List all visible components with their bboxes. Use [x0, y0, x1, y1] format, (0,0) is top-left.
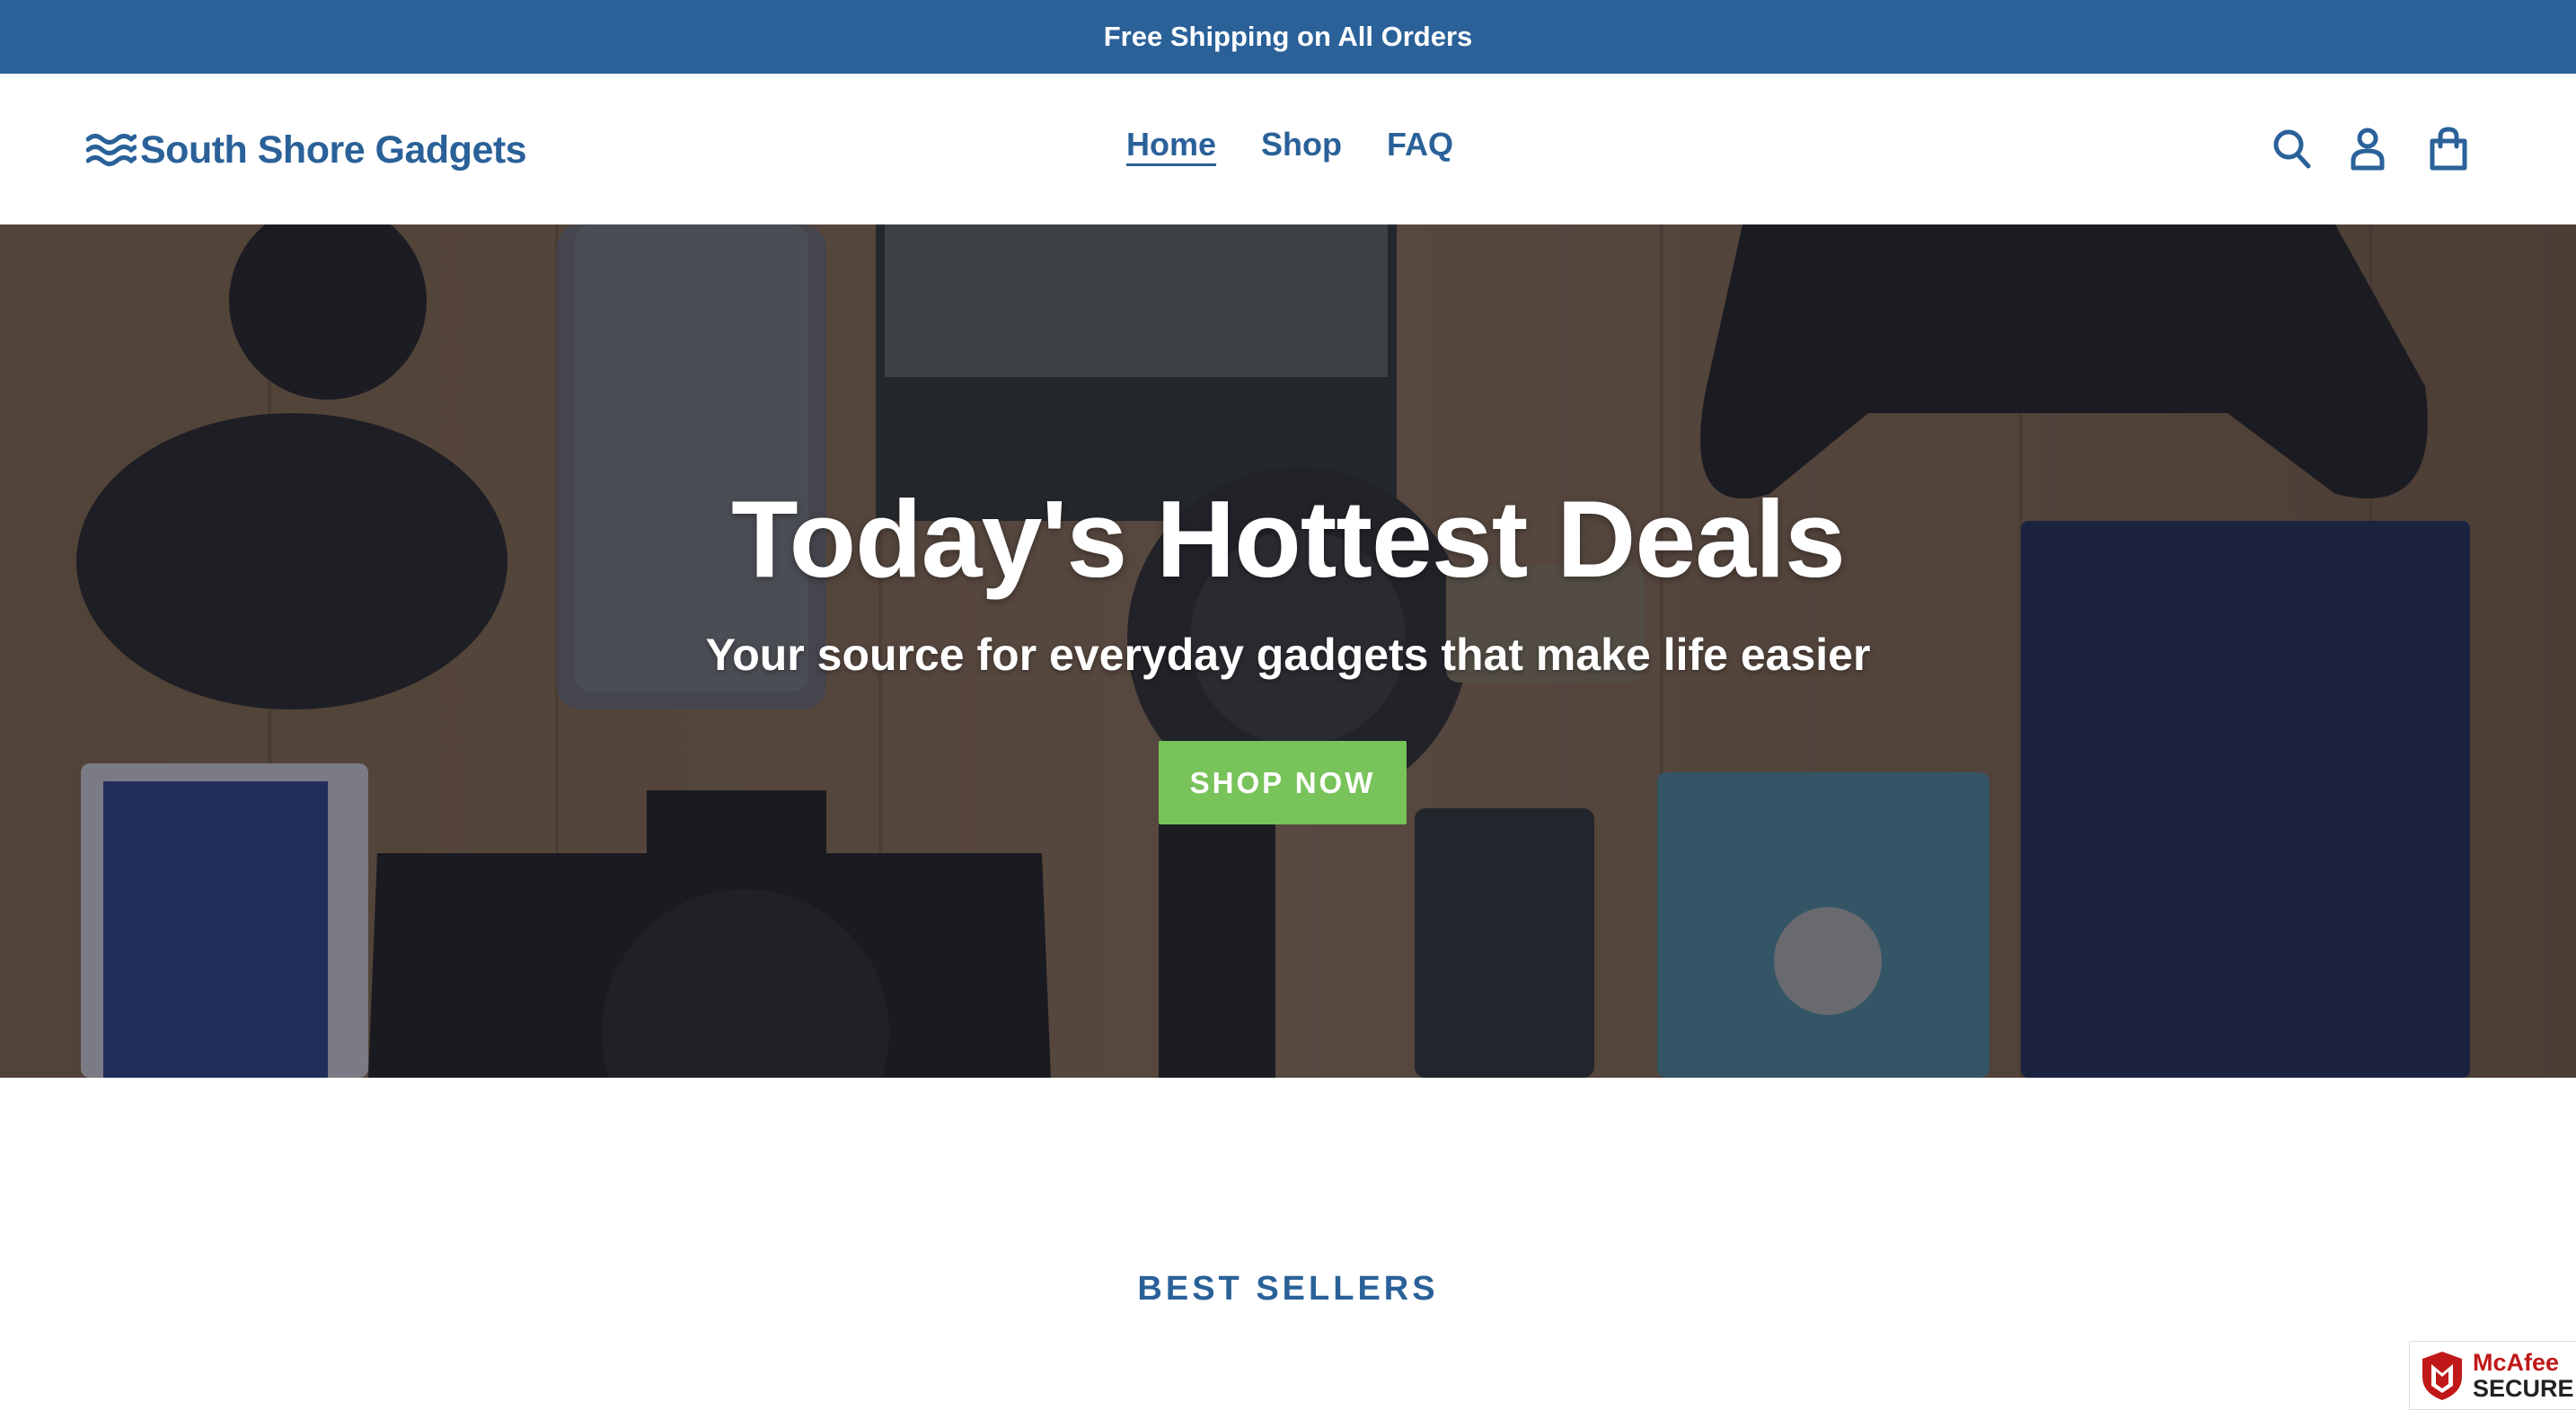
- best-sellers-heading: BEST SELLERS: [1137, 1270, 1439, 1308]
- site-header: South Shore Gadgets Home Shop FAQ: [0, 74, 2576, 225]
- nav-faq[interactable]: FAQ: [1387, 126, 1453, 163]
- hero-banner: Today's Hottest Deals Your source for ev…: [0, 225, 2576, 1078]
- account-icon: [2351, 128, 2385, 171]
- waves-icon: [86, 134, 137, 166]
- nav-shop[interactable]: Shop: [1261, 126, 1342, 163]
- cart-icon: [2430, 127, 2467, 171]
- account-button[interactable]: [2342, 122, 2393, 176]
- search-icon: [2273, 129, 2311, 169]
- hero-subtitle: Your source for everyday gadgets that ma…: [705, 630, 1871, 680]
- mcafee-secure-label: SECURE: [2473, 1374, 2574, 1402]
- nav-home[interactable]: Home: [1126, 126, 1216, 163]
- announcement-text: Free Shipping on All Orders: [1103, 21, 1473, 52]
- mcafee-secure-badge[interactable]: McAfee SECURE: [2409, 1341, 2576, 1410]
- search-button[interactable]: [2267, 122, 2317, 176]
- cart-button[interactable]: [2423, 122, 2474, 176]
- announcement-bar: Free Shipping on All Orders: [0, 0, 2576, 74]
- shop-now-button[interactable]: SHOP NOW: [1159, 741, 1407, 824]
- site-logo[interactable]: South Shore Gadgets: [86, 123, 527, 177]
- mcafee-text: McAfee SECURE: [2473, 1348, 2574, 1402]
- mcafee-brand: McAfee: [2473, 1348, 2560, 1376]
- hero-title: Today's Hottest Deals: [731, 478, 1846, 600]
- hero-content: Today's Hottest Deals Your source for ev…: [0, 225, 2576, 1078]
- mcafee-shield-icon: [2422, 1351, 2462, 1400]
- main-nav: Home Shop FAQ: [1126, 126, 1498, 163]
- logo-text: South Shore Gadgets: [140, 128, 527, 172]
